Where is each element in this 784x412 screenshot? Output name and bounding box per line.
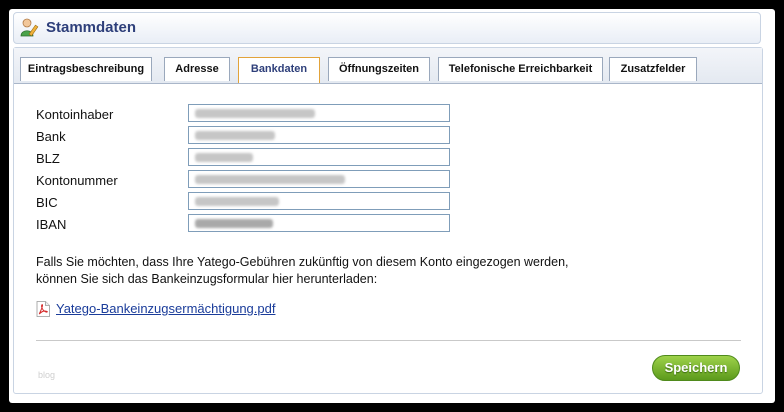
form-row-bic: BIC	[36, 192, 476, 214]
form-row-kontonummer: Kontonummer	[36, 170, 476, 192]
note-line-2: können Sie sich das Bankeinzugsformular …	[36, 272, 378, 286]
panel-header: Stammdaten	[13, 12, 761, 44]
blz-label: BLZ	[36, 151, 60, 166]
obscured-value	[195, 109, 315, 118]
pdf-icon	[36, 301, 50, 317]
tab-bar: Eintragsbeschreibung Adresse Bankdaten Ö…	[14, 48, 762, 84]
content-panel: Eintragsbeschreibung Adresse Bankdaten Ö…	[13, 47, 763, 394]
tab-bankdaten[interactable]: Bankdaten	[238, 57, 320, 83]
obscured-value	[195, 175, 345, 184]
user-edit-icon	[20, 18, 39, 37]
obscured-value	[195, 219, 273, 228]
iban-label: IBAN	[36, 217, 67, 232]
tab-adresse[interactable]: Adresse	[164, 57, 230, 81]
form-row-iban: IBAN	[36, 214, 476, 236]
form-row-bank: Bank	[36, 126, 476, 148]
watermark: blog	[38, 370, 56, 380]
page-title: Stammdaten	[46, 19, 137, 36]
kontonummer-label: Kontonummer	[36, 173, 118, 188]
tab-telefonische-erreichbarkeit[interactable]: Telefonische Erreichbarkeit	[438, 57, 603, 81]
obscured-value	[195, 197, 279, 206]
bic-label: BIC	[36, 195, 58, 210]
tab-oeffnungszeiten[interactable]: Öffnungszeiten	[328, 57, 430, 81]
bic-field[interactable]	[188, 192, 450, 210]
save-button[interactable]: Speichern	[652, 355, 740, 381]
obscured-value	[195, 153, 253, 162]
obscured-value	[195, 131, 275, 140]
bank-label: Bank	[36, 129, 66, 144]
tab-zusatzfelder[interactable]: Zusatzfelder	[609, 57, 697, 81]
form-row-blz: BLZ	[36, 148, 476, 170]
divider	[36, 340, 741, 341]
pdf-link-label[interactable]: Yatego-Bankeinzugsermächtigung.pdf	[56, 301, 275, 316]
note-line-1: Falls Sie möchten, dass Ihre Yatego-Gebü…	[36, 255, 569, 269]
kontonummer-field[interactable]	[188, 170, 450, 188]
direct-debit-note: Falls Sie möchten, dass Ihre Yatego-Gebü…	[36, 254, 636, 288]
iban-field[interactable]	[188, 214, 450, 232]
tab-eintragsbeschreibung[interactable]: Eintragsbeschreibung	[20, 57, 152, 81]
kontoinhaber-label: Kontoinhaber	[36, 107, 114, 122]
stammdaten-window: Stammdaten Eintragsbeschreibung Adresse …	[9, 9, 775, 403]
kontoinhaber-field[interactable]	[188, 104, 450, 122]
form-row-kontoinhaber: Kontoinhaber	[36, 104, 476, 126]
bank-field[interactable]	[188, 126, 450, 144]
blz-field[interactable]	[188, 148, 450, 166]
